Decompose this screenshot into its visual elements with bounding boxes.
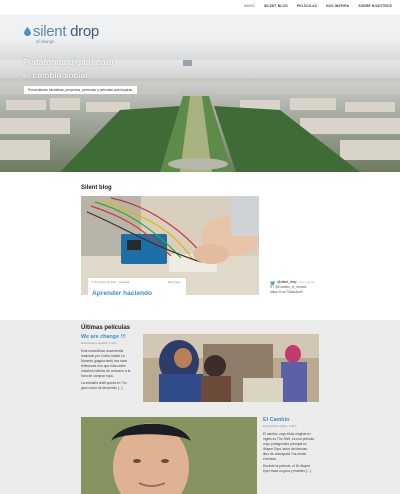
hero-tagline: Plataforma digital para el cambio social (23, 57, 114, 82)
movie-2-description: El cambio, cuyo título original en inglé… (263, 432, 323, 474)
twitter-widget: @silent_drop hace 4 meses RT @Cambio_el_… (270, 280, 350, 295)
portrait-photo (81, 417, 257, 494)
hero-tagline-line-1: Plataforma digital para (23, 58, 115, 67)
logo-subtitle: of change (36, 39, 55, 44)
nav-item-nos-inspira[interactable]: Nos Inspira (326, 4, 349, 8)
movie-1-summary: We are change !!! Documental / español /… (81, 334, 141, 391)
movie-2-image[interactable] (81, 417, 257, 494)
blog-post-card[interactable]: 1 de octubre de 2017 · sociedad Silent b… (88, 278, 186, 303)
nav-item-silent-blog[interactable]: Silent blog (264, 4, 288, 8)
main-menu: Inicio Silent blog Películas Nos Inspira… (244, 4, 392, 8)
water-drop-icon (24, 27, 31, 36)
nav-item-peliculas[interactable]: Películas (297, 4, 317, 8)
movie-1-meta: Documental / español / 1:19 h (81, 342, 117, 345)
logo-wordmark: silent drop (33, 24, 99, 39)
nav-item-sobre-nosotros[interactable]: Sobre Nosotros (358, 4, 392, 8)
movie-1-title[interactable]: We are change !!! (81, 334, 141, 340)
blog-post-category[interactable]: Silent blog (168, 281, 180, 284)
logo-word-drop: drop (70, 23, 99, 40)
top-navigation-bar: Inicio Silent blog Películas Nos Inspira… (0, 0, 400, 14)
movies-section-title: Últimas películas (81, 325, 131, 331)
movie-2-meta: Documental / inglés / 1:29 h (263, 425, 297, 428)
movie-1-line-8: gran motor de desarrollo [...] (81, 386, 123, 391)
movie-1-image[interactable] (143, 334, 319, 402)
tweet-line-2[interactable]: https://t.co/7Z6ae3srt4 (270, 290, 350, 295)
twitter-icon (270, 280, 275, 285)
movie-1-description: Este maravilloso documental realizado po… (81, 349, 141, 391)
movie-2-line-8: Dyer traza su guía y maestro [...] (263, 469, 311, 474)
market-women-photo (143, 334, 319, 402)
hero-description: Presentamos iniciativas, proyectos, pers… (24, 86, 138, 94)
blog-post-meta: 1 de octubre de 2017 · sociedad (92, 281, 130, 284)
site-logo[interactable]: silent drop of change (24, 24, 99, 44)
blog-section-title: Silent blog (81, 185, 112, 191)
blog-post-title[interactable]: Aprender haciendo (92, 290, 152, 297)
logo-word-silent: silent (33, 23, 67, 40)
movie-2-title[interactable]: El Cambio (263, 417, 323, 423)
movie-2-summary: El Cambio Documental / inglés / 1:29 h E… (263, 417, 323, 474)
nav-item-inicio[interactable]: Inicio (244, 4, 255, 8)
hero-tagline-line-2: el cambio social (23, 70, 88, 80)
